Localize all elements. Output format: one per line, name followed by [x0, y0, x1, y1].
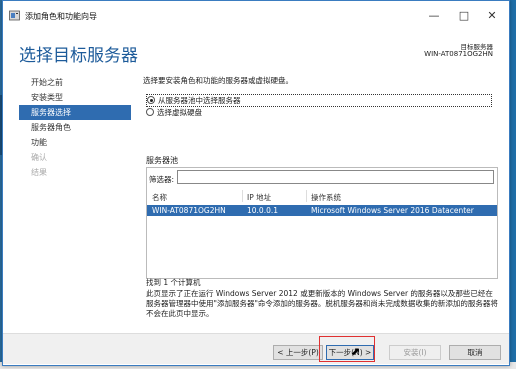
radio-virtual-disk-label: 选择虚拟硬盘	[157, 108, 202, 117]
previous-button[interactable]: < 上一步(P)	[273, 345, 323, 360]
page-title: 选择目标服务器	[19, 46, 138, 66]
server-ip-cell: 10.0.0.1	[247, 206, 279, 215]
table-row[interactable]: WIN-AT0871OG2HN 10.0.0.1 Microsoft Windo…	[147, 205, 497, 216]
radio-virtual-disk[interactable]: 选择虚拟硬盘	[146, 107, 202, 118]
cancel-button[interactable]: 取消	[449, 345, 501, 360]
radio-unselected-icon	[146, 108, 154, 116]
wizard-window: 添加角色和功能向导 — □ ✕ 选择目标服务器 目标服务器 WIN-AT0871…	[2, 0, 510, 366]
intro-text: 选择要安装角色和功能的服务器或虚拟硬盘。	[143, 76, 293, 85]
radio-selected-icon	[147, 96, 155, 104]
nav-item-before-you-begin[interactable]: 开始之前	[19, 75, 131, 90]
column-header-os[interactable]: 操作系统	[311, 192, 341, 203]
server-manager-icon	[9, 10, 20, 21]
radio-server-pool-label: 从服务器池中选择服务器	[158, 96, 241, 105]
server-grid-header: 名称 IP 地址 操作系统	[147, 190, 497, 202]
nav-item-server-selection[interactable]: 服务器选择	[19, 105, 131, 120]
filter-label: 筛选器:	[149, 175, 175, 184]
target-server-name: WIN-AT0871OG2HN	[424, 50, 493, 58]
column-header-name[interactable]: 名称	[152, 192, 167, 203]
column-header-ip[interactable]: IP 地址	[247, 192, 271, 203]
server-pool-panel: 筛选器: 名称 IP 地址 操作系统 WIN-AT0871OG2HN 10.0.…	[146, 167, 498, 279]
nav-item-installation-type[interactable]: 安装类型	[19, 90, 131, 105]
radio-server-pool[interactable]: 从服务器池中选择服务器	[146, 94, 492, 107]
server-os-cell: Microsoft Windows Server 2016 Datacenter	[311, 206, 474, 215]
install-button: 安装(I)	[389, 345, 441, 360]
minimize-button[interactable]: —	[421, 6, 447, 26]
wizard-header: 选择目标服务器 目标服务器 WIN-AT0871OG2HN	[3, 31, 509, 71]
found-count: 找到 1 个计算机	[146, 278, 201, 287]
column-divider[interactable]	[306, 190, 307, 202]
next-button-highlight	[319, 336, 375, 362]
wizard-footer: < 上一步(P) 下一步(N) > 安装(I) 取消	[3, 333, 509, 364]
window-title: 添加角色和功能向导	[25, 12, 97, 21]
description-text: 此页显示了正在运行 Windows Server 2012 或更新版本的 Win…	[146, 289, 498, 318]
nav-item-server-roles[interactable]: 服务器角色	[19, 120, 131, 135]
nav-item-features[interactable]: 功能	[19, 135, 131, 150]
mouse-cursor-icon: ⬈	[351, 345, 361, 358]
filter-input[interactable]	[177, 170, 494, 184]
server-name-cell: WIN-AT0871OG2HN	[152, 206, 226, 215]
wizard-nav: 开始之前 安装类型 服务器选择 服务器角色 功能 确认 结果	[19, 75, 131, 180]
title-bar[interactable]: 添加角色和功能向导 — □ ✕	[3, 1, 509, 31]
nav-item-results: 结果	[31, 168, 47, 177]
server-pool-title: 服务器池	[146, 156, 178, 165]
close-button[interactable]: ✕	[479, 6, 505, 26]
column-divider[interactable]	[242, 190, 243, 202]
nav-item-confirmation: 确认	[31, 153, 47, 162]
wizard-content: 选择要安装角色和功能的服务器或虚拟硬盘。 从服务器池中选择服务器 选择虚拟硬盘 …	[143, 75, 498, 318]
maximize-button[interactable]: □	[451, 6, 477, 26]
